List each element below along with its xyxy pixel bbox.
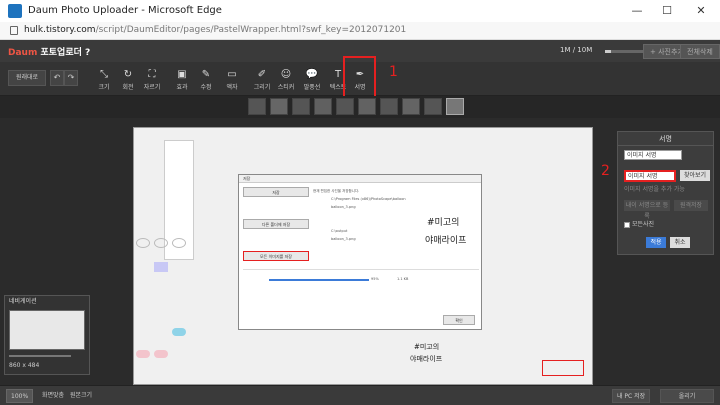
delete-all-button[interactable]: 전체삭제: [680, 44, 720, 59]
save-dialog: 저장 저장 다른 폴더에 저장 모든 이미지를 저장 현재 편집한 사진을 저장…: [238, 174, 482, 330]
tool-label: 스티커: [277, 84, 295, 91]
lock-icon: [10, 26, 18, 35]
navigator-zoom-slider[interactable]: [9, 355, 71, 357]
tool-icon: ☺: [280, 69, 292, 80]
remote-save-button[interactable]: 원격저장: [674, 200, 708, 211]
signature-panel-title: 서명: [618, 132, 713, 146]
quality-slider[interactable]: [269, 279, 369, 281]
cancel-button[interactable]: 취소: [670, 237, 690, 248]
tool-label: 액자: [226, 84, 238, 91]
maximize-button[interactable]: ☐: [656, 2, 678, 20]
capacity-bar: [605, 50, 645, 53]
thumbnail[interactable]: [424, 98, 442, 115]
undo-all-button[interactable]: 원래대로: [8, 70, 46, 86]
all-photos-checkbox[interactable]: [624, 222, 630, 228]
register-signature-button[interactable]: 내이 서명으로 등록: [624, 200, 670, 220]
zoom-select[interactable]: 100%: [6, 389, 34, 403]
tool-icon: 💬: [305, 69, 319, 80]
tool-button-8[interactable]: 💬 말풍선: [298, 68, 326, 94]
fit-screen-button[interactable]: 화면맞춤: [38, 389, 68, 403]
close-window-button[interactable]: ✕: [690, 2, 712, 20]
tool-button-5[interactable]: ▭ 액자: [218, 68, 246, 94]
url-text[interactable]: hulk.tistory.com/script/DaumEditor/pages…: [24, 25, 406, 35]
tool-icon: ⛶: [148, 69, 156, 80]
original-size-button[interactable]: 원본크기: [66, 389, 96, 403]
dialog-text: balloon_3.png: [331, 237, 356, 241]
save-all-images-button[interactable]: 모든 이미지를 저장: [243, 251, 309, 261]
dialog-text: balloon_3.png: [331, 205, 356, 209]
window-title: Daum Photo Uploader - Microsoft Edge: [28, 5, 222, 16]
tool-label: 자르기: [143, 84, 161, 91]
save-dialog-title: 저장: [239, 175, 481, 183]
signature-text-2: 야매라이프: [410, 355, 443, 363]
thumbnail[interactable]: [358, 98, 376, 115]
undo-icon[interactable]: ↶: [50, 70, 64, 86]
tool-label: 수정: [200, 84, 212, 91]
signature-type-select[interactable]: 이미지 서명: [624, 150, 682, 160]
navigator-preview[interactable]: [9, 310, 85, 350]
redo-icon[interactable]: ↷: [64, 70, 78, 86]
tool-button-2[interactable]: ⛶ 자르기: [138, 68, 166, 94]
tool-button-7[interactable]: ☺ 스티커: [272, 68, 300, 94]
ok-button[interactable]: 확인: [443, 315, 475, 325]
dialog-text: C:\output: [331, 229, 348, 233]
tool-icon: ▭: [227, 69, 237, 80]
navigator-title: 네비게이션: [9, 298, 37, 305]
all-photos-label: 모든사진: [632, 221, 655, 228]
thumbnail[interactable]: [380, 98, 398, 115]
bottom-bar: 100% 화면맞춤 원본크기 내 PC 저장 올리기: [0, 385, 720, 405]
photo-canvas[interactable]: 저장 저장 다른 폴더에 저장 모든 이미지를 저장 현재 편집한 사진을 저장…: [133, 127, 593, 385]
handwriting-line-1: #미고의: [427, 218, 460, 228]
signature-panel: 서명 이미지 서명 이미지 서명 찾아보기 이미지 서명을 추가 가능 내이 서…: [617, 131, 714, 255]
save-other-folder-button[interactable]: 다른 폴더에 저장: [243, 219, 309, 229]
signature-option-image[interactable]: 이미지 서명: [624, 170, 676, 182]
tool-icon: ✎: [201, 69, 211, 80]
dialog-text: 현재 편집한 사진을 저장합니다.: [313, 189, 360, 193]
dialog-text: C:\Program Files (x86)\PhotoScape\balloo…: [331, 197, 406, 201]
thumbnail-strip: [0, 96, 720, 118]
thumbnail[interactable]: [314, 98, 332, 115]
save-button[interactable]: 저장: [243, 187, 309, 197]
signature-text-1: #미고의: [414, 343, 440, 351]
annotation-number-1: 1: [389, 64, 398, 80]
thumbnail-selected[interactable]: [446, 98, 464, 115]
balloon-thumbnails: [136, 238, 188, 358]
browse-button[interactable]: 찾아보기: [680, 170, 710, 181]
window-title-bar: Daum Photo Uploader - Microsoft Edge — ☐…: [0, 0, 720, 22]
tool-button-4[interactable]: ✎ 수정: [192, 68, 220, 94]
signature-tool-highlight: [343, 56, 376, 98]
navigator-panel: 네비게이션 860 x 484: [4, 295, 90, 375]
annotation-number-2: 2: [601, 163, 610, 179]
apply-highlight: [542, 360, 584, 376]
thumbnail[interactable]: [402, 98, 420, 115]
thumbnail[interactable]: [292, 98, 310, 115]
thumbnail[interactable]: [248, 98, 266, 115]
minimize-button[interactable]: —: [626, 2, 648, 20]
thumbnail[interactable]: [270, 98, 288, 115]
save-to-pc-button[interactable]: 내 PC 저장: [612, 389, 651, 403]
quality-value: 95%: [371, 277, 379, 281]
handwriting-line-2: 야매라이프: [425, 236, 467, 246]
file-size: 1.1 KB: [397, 277, 409, 281]
app-logo: Daum 포토업로더 ?: [8, 48, 91, 58]
upload-button[interactable]: 올리기: [660, 389, 714, 403]
navigator-size: 860 x 484: [9, 362, 40, 369]
thumbnail[interactable]: [336, 98, 354, 115]
address-bar[interactable]: hulk.tistory.com/script/DaumEditor/pages…: [0, 22, 720, 40]
app-icon: [8, 4, 22, 18]
apply-button[interactable]: 적용: [646, 237, 666, 248]
signature-hint: 이미지 서명을 추가 가능: [624, 186, 685, 193]
tool-label: 말풍선: [303, 84, 321, 91]
capacity-text: 1M / 10M: [560, 46, 593, 54]
